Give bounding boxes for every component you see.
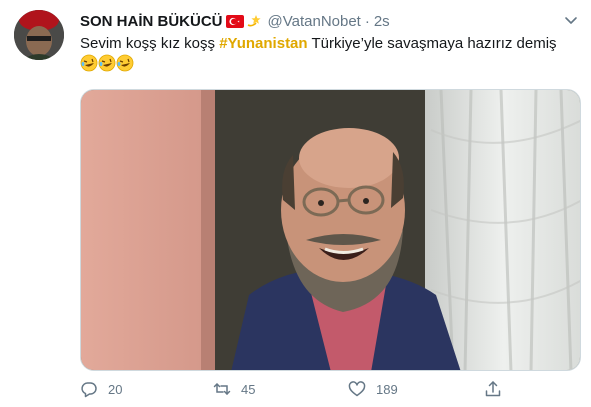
reply-button[interactable]: 20 [80,377,122,401]
tweet-text: Sevim koşş kız koşş #Yunanistan Türkiye’… [80,34,580,78]
chevron-down-icon[interactable] [563,12,579,28]
retweet-icon [213,383,231,395]
separator-dot: · [364,12,370,30]
user-handle[interactable]: @VatanNobet [268,13,361,30]
like-button[interactable]: 189 [348,377,398,401]
tweet-actions: 20 45 189 [80,377,580,401]
tweet-media-image[interactable] [80,89,581,371]
dizzy-star-icon [247,15,261,27]
like-count: 189 [376,381,398,397]
reply-icon [81,382,97,398]
avatar[interactable] [14,10,64,60]
tweet-text-part: Türkiye’yle savaşmaya hazırız demiş [307,35,557,52]
tweet-text-part: Sevim koşş kız koşş [80,35,220,52]
retweet-count: 45 [241,381,256,397]
heart-icon [348,381,366,397]
tweet-timestamp[interactable]: 2s [374,13,390,30]
share-button[interactable] [484,377,502,401]
turkish-flag-icon [225,14,244,28]
retweet-button[interactable]: 45 [213,377,255,401]
tweet-card: SON HAİN BÜKÜCÜ @VatanNobet · 2s Sevim k… [0,0,591,407]
hashtag-link[interactable]: #Yunanistan [219,35,307,52]
reply-count: 20 [108,381,123,397]
share-icon [485,381,501,397]
tweet-header: SON HAİN BÜKÜCÜ @VatanNobet · 2s [80,11,390,31]
laughing-emoji-icon [80,54,134,78]
display-name[interactable]: SON HAİN BÜKÜCÜ [80,13,223,30]
